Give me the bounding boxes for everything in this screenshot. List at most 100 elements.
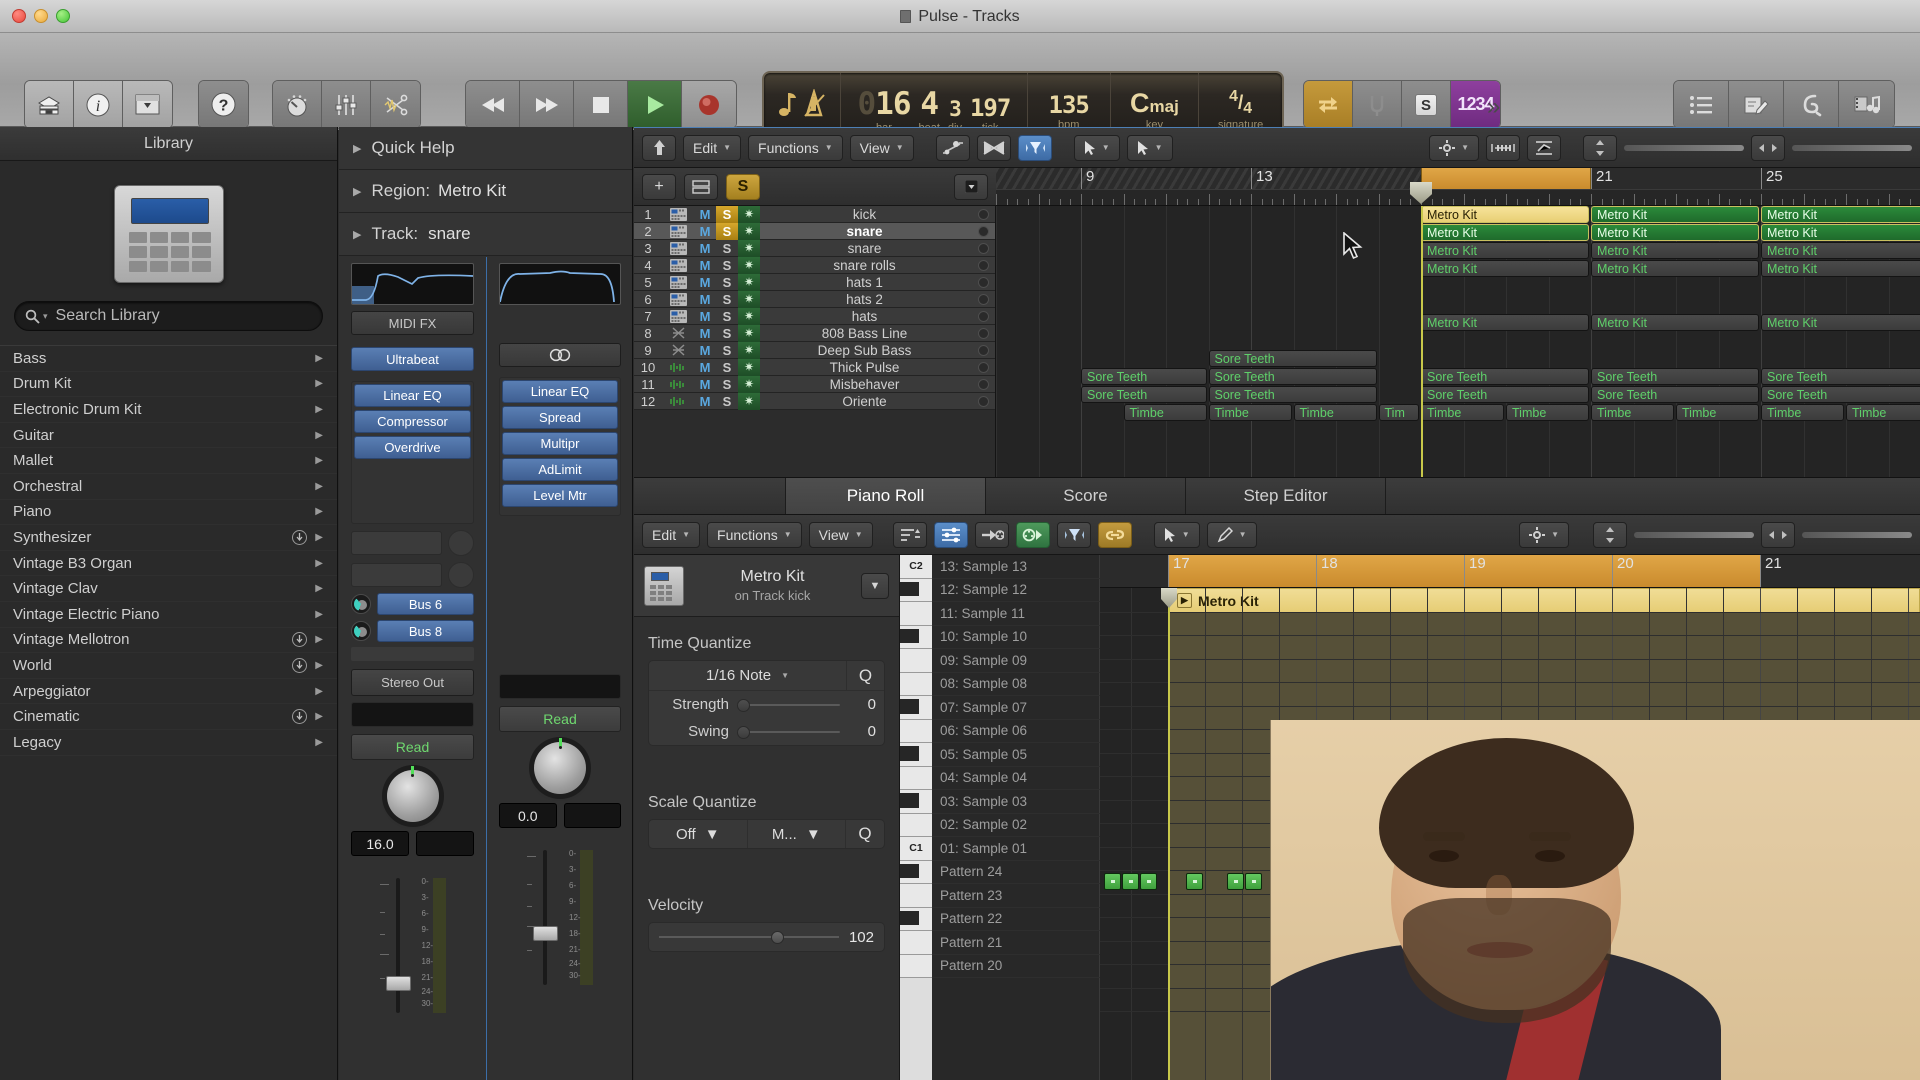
library-item[interactable]: Vintage B3 Organ ▶ (0, 551, 337, 577)
region[interactable]: Sore Teeth (1591, 386, 1759, 403)
track-name[interactable]: kick (760, 207, 995, 222)
region[interactable]: Metro Kit (1591, 260, 1759, 277)
library-item[interactable]: Legacy ▶ (0, 730, 337, 756)
send-slot-empty[interactable] (351, 530, 474, 556)
library-item[interactable]: Piano ▶ (0, 500, 337, 526)
scale-quantize-select[interactable]: Off ▼ (649, 820, 748, 848)
swing-value[interactable]: 0 (848, 723, 876, 740)
track-mute-button[interactable]: M (694, 394, 716, 409)
cycle-range[interactable] (1421, 168, 1591, 190)
track-freeze-button[interactable]: ✷ (738, 341, 760, 359)
toolbar-overflow-button[interactable]: » (1487, 93, 1500, 121)
track-name[interactable]: hats 1 (760, 275, 995, 290)
region[interactable]: Sore Teeth (1761, 386, 1920, 403)
tuner-button[interactable] (1353, 81, 1402, 128)
track-mute-button[interactable]: M (694, 343, 716, 358)
smart-controls-button[interactable] (273, 81, 322, 128)
midi-in-icon[interactable] (974, 521, 1009, 548)
arrange-canvas[interactable]: Metro Kit Metro Kit Metro Kit Metro Kit Metr… (996, 206, 1920, 477)
quick-help-button[interactable]: ? (199, 81, 248, 128)
track-solo-button[interactable]: S (716, 360, 738, 375)
insert-slot[interactable]: Overdrive (354, 436, 471, 459)
piano-key[interactable] (900, 672, 932, 696)
play-button[interactable] (628, 81, 682, 128)
piano-key[interactable] (900, 719, 932, 743)
track-solo-button[interactable]: S (716, 377, 738, 392)
link-icon[interactable] (1097, 521, 1132, 548)
automation-mode-button[interactable]: Read (499, 706, 621, 732)
send-knob[interactable] (351, 594, 371, 614)
region[interactable]: Sore Teeth (1208, 368, 1377, 385)
pan-value[interactable]: 0.0 (499, 803, 557, 828)
region[interactable]: Timbe (1591, 404, 1674, 421)
arrange-view-menu[interactable]: View ▼ (849, 134, 914, 161)
midi-note[interactable] (1122, 873, 1139, 890)
track-solo-button[interactable]: S (716, 343, 738, 358)
region[interactable]: Sore Teeth (1421, 386, 1589, 403)
track-name[interactable]: hats (760, 309, 995, 324)
region[interactable]: Sore Teeth (1208, 386, 1377, 403)
piano-roll-region-bar[interactable]: ▶ Metro Kit (1168, 588, 1920, 613)
track-freeze-button[interactable]: ✷ (738, 206, 760, 223)
track-freeze-button[interactable]: ✷ (738, 273, 760, 291)
insert-slot[interactable]: Level Mtr (502, 484, 618, 507)
piano-roll-view-menu[interactable]: View ▼ (808, 521, 873, 548)
gear-icon[interactable]: ▼ (1519, 521, 1569, 548)
track-volume-knob[interactable] (978, 345, 989, 356)
track-row[interactable]: 1 M S ✷ kick (634, 206, 995, 223)
catch-icon[interactable] (1486, 134, 1520, 161)
library-item[interactable]: Vintage Electric Piano ▶ (0, 602, 337, 628)
track-volume-knob[interactable] (978, 311, 989, 322)
sliders-icon[interactable] (933, 521, 968, 548)
track-name[interactable]: snare (760, 224, 995, 239)
region[interactable]: Timbe (1846, 404, 1920, 421)
track-name[interactable]: hats 2 (760, 292, 995, 307)
track-name[interactable]: Deep Sub Bass (760, 343, 995, 358)
output-slot[interactable]: Stereo Out (351, 669, 474, 696)
audio-icon[interactable] (662, 396, 694, 407)
piano-key[interactable]: C1 (900, 837, 932, 861)
track-name[interactable]: Oriente (760, 394, 995, 409)
zoom-vertical-icon[interactable] (1583, 134, 1617, 161)
piano-key[interactable] (900, 954, 932, 978)
pencil-tool[interactable]: ▼ (1206, 521, 1257, 548)
region[interactable]: Timbe (1421, 404, 1504, 421)
send-destination[interactable]: Bus 6 (377, 593, 474, 615)
library-button[interactable] (25, 81, 74, 128)
track-solo-button[interactable]: S (716, 258, 738, 273)
zoom-horizontal-slider[interactable] (1802, 531, 1912, 538)
toolbar-toggle-button[interactable] (123, 81, 172, 128)
download-icon[interactable] (292, 709, 308, 725)
loop-browser-button[interactable] (1784, 81, 1839, 128)
funnel-icon[interactable] (1017, 134, 1052, 161)
track-volume-knob[interactable] (978, 243, 989, 254)
region[interactable]: Sore Teeth (1081, 368, 1207, 385)
automation-mode-button[interactable]: Read (351, 734, 474, 760)
library-item[interactable]: Synthesizer ▶ (0, 525, 337, 551)
audio-icon[interactable] (662, 379, 694, 390)
region[interactable]: Timbe (1208, 404, 1292, 421)
region[interactable]: Metro Kit (1421, 224, 1589, 241)
lcd-position[interactable]: 016 bar 4 beat 3 div 197 tick (841, 73, 1028, 135)
midi-note[interactable] (1140, 873, 1157, 890)
zoom-horizontal-icon[interactable] (1761, 521, 1795, 548)
volume-fader[interactable] (379, 878, 414, 1013)
send-knob[interactable] (351, 621, 371, 641)
piano-key-black[interactable] (900, 863, 919, 878)
insert-slot[interactable]: Compressor (354, 410, 471, 433)
ultrabeat-icon[interactable] (662, 275, 694, 289)
track-solo-button[interactable]: S (716, 241, 738, 256)
solo-lock-button[interactable]: S (726, 173, 760, 200)
arrange-edit-menu[interactable]: Edit ▼ (683, 134, 742, 161)
mixer-button[interactable] (322, 81, 371, 128)
track-row[interactable]: 8 M S ✷ 808 Bass Line (634, 324, 995, 342)
region[interactable]: Timbe (1293, 404, 1377, 421)
track-solo-button[interactable]: S (716, 326, 738, 341)
scale-quantize-apply-button[interactable]: Q (846, 820, 884, 848)
library-item[interactable]: Drum Kit ▶ (0, 372, 337, 398)
region[interactable]: Metro Kit (1591, 242, 1759, 259)
region[interactable]: Metro Kit (1421, 242, 1589, 259)
track-mute-button[interactable]: M (694, 207, 716, 222)
midi-note[interactable] (1186, 873, 1203, 890)
ultrabeat-icon[interactable] (662, 258, 694, 272)
